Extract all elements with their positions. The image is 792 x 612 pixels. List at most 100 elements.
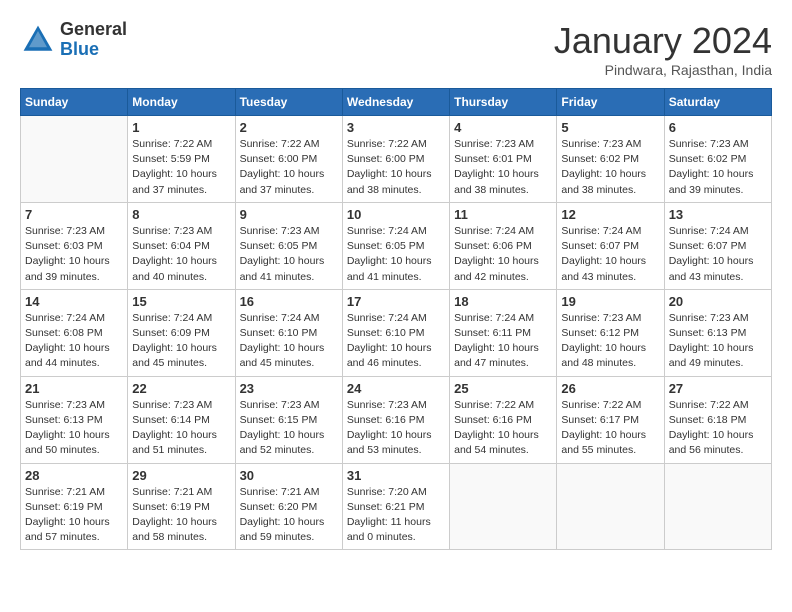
day-info: Sunrise: 7:22 AM Sunset: 6:16 PM Dayligh… [454,398,552,459]
day-number: 6 [669,120,767,135]
day-info: Sunrise: 7:24 AM Sunset: 6:07 PM Dayligh… [561,224,659,285]
day-info: Sunrise: 7:20 AM Sunset: 6:21 PM Dayligh… [347,485,445,546]
calendar-cell: 13 Sunrise: 7:24 AM Sunset: 6:07 PM Dayli… [664,202,771,289]
calendar-cell: 19Sunrise: 7:23 AM Sunset: 6:12 PM Dayli… [557,289,664,376]
title-block: January 2024 Pindwara, Rajasthan, India [554,20,772,78]
calendar-cell: 17 Sunrise: 7:24 AM Sunset: 6:10 PM Dayli… [342,289,449,376]
month-title: January 2024 [554,20,772,62]
day-number: 11 [454,207,552,222]
day-info: Sunrise: 7:23 AM Sunset: 6:02 PM Dayligh… [561,137,659,198]
weekday-header: Saturday [664,89,771,116]
logo-text: General Blue [60,20,127,60]
weekday-header: Thursday [450,89,557,116]
day-number: 14 [25,294,123,309]
calendar-cell: 12Sunrise: 7:24 AM Sunset: 6:07 PM Dayli… [557,202,664,289]
day-number: 25 [454,381,552,396]
day-number: 27 [669,381,767,396]
day-number: 24 [347,381,445,396]
day-info: Sunrise: 7:22 AM Sunset: 6:18 PM Dayligh… [669,398,767,459]
day-info: Sunrise: 7:23 AM Sunset: 6:13 PM Dayligh… [25,398,123,459]
day-info: Sunrise: 7:24 AM Sunset: 6:05 PM Dayligh… [347,224,445,285]
calendar-cell: 10 Sunrise: 7:24 AM Sunset: 6:05 PM Dayli… [342,202,449,289]
day-number: 26 [561,381,659,396]
day-number: 31 [347,468,445,483]
calendar-cell: 20 Sunrise: 7:23 AM Sunset: 6:13 PM Dayli… [664,289,771,376]
location-subtitle: Pindwara, Rajasthan, India [554,62,772,78]
day-info: Sunrise: 7:24 AM Sunset: 6:08 PM Dayligh… [25,311,123,372]
calendar-cell: 31 Sunrise: 7:20 AM Sunset: 6:21 PM Dayli… [342,463,449,550]
day-number: 13 [669,207,767,222]
day-number: 20 [669,294,767,309]
weekday-header: Sunday [21,89,128,116]
logo-icon [20,22,56,58]
day-info: Sunrise: 7:23 AM Sunset: 6:01 PM Dayligh… [454,137,552,198]
day-info: Sunrise: 7:24 AM Sunset: 6:09 PM Dayligh… [132,311,230,372]
calendar-week-row: 21 Sunrise: 7:23 AM Sunset: 6:13 PM Dayli… [21,376,772,463]
calendar-cell: 22Sunrise: 7:23 AM Sunset: 6:14 PM Dayli… [128,376,235,463]
weekday-header: Friday [557,89,664,116]
calendar-cell [557,463,664,550]
day-info: Sunrise: 7:24 AM Sunset: 6:07 PM Dayligh… [669,224,767,285]
day-info: Sunrise: 7:22 AM Sunset: 5:59 PM Dayligh… [132,137,230,198]
day-info: Sunrise: 7:21 AM Sunset: 6:19 PM Dayligh… [25,485,123,546]
day-info: Sunrise: 7:23 AM Sunset: 6:05 PM Dayligh… [240,224,338,285]
day-info: Sunrise: 7:24 AM Sunset: 6:11 PM Dayligh… [454,311,552,372]
calendar-cell: 4 Sunrise: 7:23 AM Sunset: 6:01 PM Daylig… [450,116,557,203]
day-info: Sunrise: 7:23 AM Sunset: 6:03 PM Dayligh… [25,224,123,285]
day-number: 9 [240,207,338,222]
calendar-cell: 23 Sunrise: 7:23 AM Sunset: 6:15 PM Dayli… [235,376,342,463]
calendar-cell: 18 Sunrise: 7:24 AM Sunset: 6:11 PM Dayli… [450,289,557,376]
calendar-cell: 24 Sunrise: 7:23 AM Sunset: 6:16 PM Dayli… [342,376,449,463]
calendar-cell: 15 Sunrise: 7:24 AM Sunset: 6:09 PM Dayli… [128,289,235,376]
calendar-cell: 3Sunrise: 7:22 AM Sunset: 6:00 PM Daylig… [342,116,449,203]
calendar-cell: 25 Sunrise: 7:22 AM Sunset: 6:16 PM Dayli… [450,376,557,463]
day-number: 23 [240,381,338,396]
day-number: 1 [132,120,230,135]
day-number: 28 [25,468,123,483]
day-info: Sunrise: 7:21 AM Sunset: 6:19 PM Dayligh… [132,485,230,546]
day-number: 18 [454,294,552,309]
calendar-cell: 21 Sunrise: 7:23 AM Sunset: 6:13 PM Dayli… [21,376,128,463]
calendar-cell: 27 Sunrise: 7:22 AM Sunset: 6:18 PM Dayli… [664,376,771,463]
day-number: 5 [561,120,659,135]
weekday-header: Monday [128,89,235,116]
day-number: 16 [240,294,338,309]
calendar-week-row: 1 Sunrise: 7:22 AM Sunset: 5:59 PM Daylig… [21,116,772,203]
calendar-cell: 26 Sunrise: 7:22 AM Sunset: 6:17 PM Dayli… [557,376,664,463]
calendar-table: SundayMondayTuesdayWednesdayThursdayFrid… [20,88,772,550]
day-info: Sunrise: 7:23 AM Sunset: 6:15 PM Dayligh… [240,398,338,459]
day-number: 21 [25,381,123,396]
day-number: 17 [347,294,445,309]
logo: General Blue [20,20,127,60]
day-number: 8 [132,207,230,222]
day-number: 7 [25,207,123,222]
weekday-header-row: SundayMondayTuesdayWednesdayThursdayFrid… [21,89,772,116]
day-number: 30 [240,468,338,483]
calendar-cell: 2Sunrise: 7:22 AM Sunset: 6:00 PM Daylig… [235,116,342,203]
day-info: Sunrise: 7:23 AM Sunset: 6:04 PM Dayligh… [132,224,230,285]
calendar-cell: 16 Sunrise: 7:24 AM Sunset: 6:10 PM Dayli… [235,289,342,376]
day-number: 15 [132,294,230,309]
calendar-cell [664,463,771,550]
day-number: 22 [132,381,230,396]
calendar-cell: 9 Sunrise: 7:23 AM Sunset: 6:05 PM Daylig… [235,202,342,289]
day-info: Sunrise: 7:23 AM Sunset: 6:13 PM Dayligh… [669,311,767,372]
calendar-cell [450,463,557,550]
day-info: Sunrise: 7:23 AM Sunset: 6:12 PM Dayligh… [561,311,659,372]
day-info: Sunrise: 7:23 AM Sunset: 6:16 PM Dayligh… [347,398,445,459]
weekday-header: Tuesday [235,89,342,116]
calendar-cell: 7 Sunrise: 7:23 AM Sunset: 6:03 PM Daylig… [21,202,128,289]
day-info: Sunrise: 7:23 AM Sunset: 6:02 PM Dayligh… [669,137,767,198]
day-info: Sunrise: 7:24 AM Sunset: 6:10 PM Dayligh… [347,311,445,372]
calendar-cell: 5 Sunrise: 7:23 AM Sunset: 6:02 PM Daylig… [557,116,664,203]
day-info: Sunrise: 7:22 AM Sunset: 6:00 PM Dayligh… [347,137,445,198]
day-info: Sunrise: 7:21 AM Sunset: 6:20 PM Dayligh… [240,485,338,546]
calendar-week-row: 7 Sunrise: 7:23 AM Sunset: 6:03 PM Daylig… [21,202,772,289]
day-info: Sunrise: 7:22 AM Sunset: 6:17 PM Dayligh… [561,398,659,459]
calendar-cell: 30 Sunrise: 7:21 AM Sunset: 6:20 PM Dayli… [235,463,342,550]
day-number: 4 [454,120,552,135]
day-number: 10 [347,207,445,222]
calendar-cell [21,116,128,203]
page-header: General Blue January 2024 Pindwara, Raja… [20,20,772,78]
day-info: Sunrise: 7:24 AM Sunset: 6:10 PM Dayligh… [240,311,338,372]
